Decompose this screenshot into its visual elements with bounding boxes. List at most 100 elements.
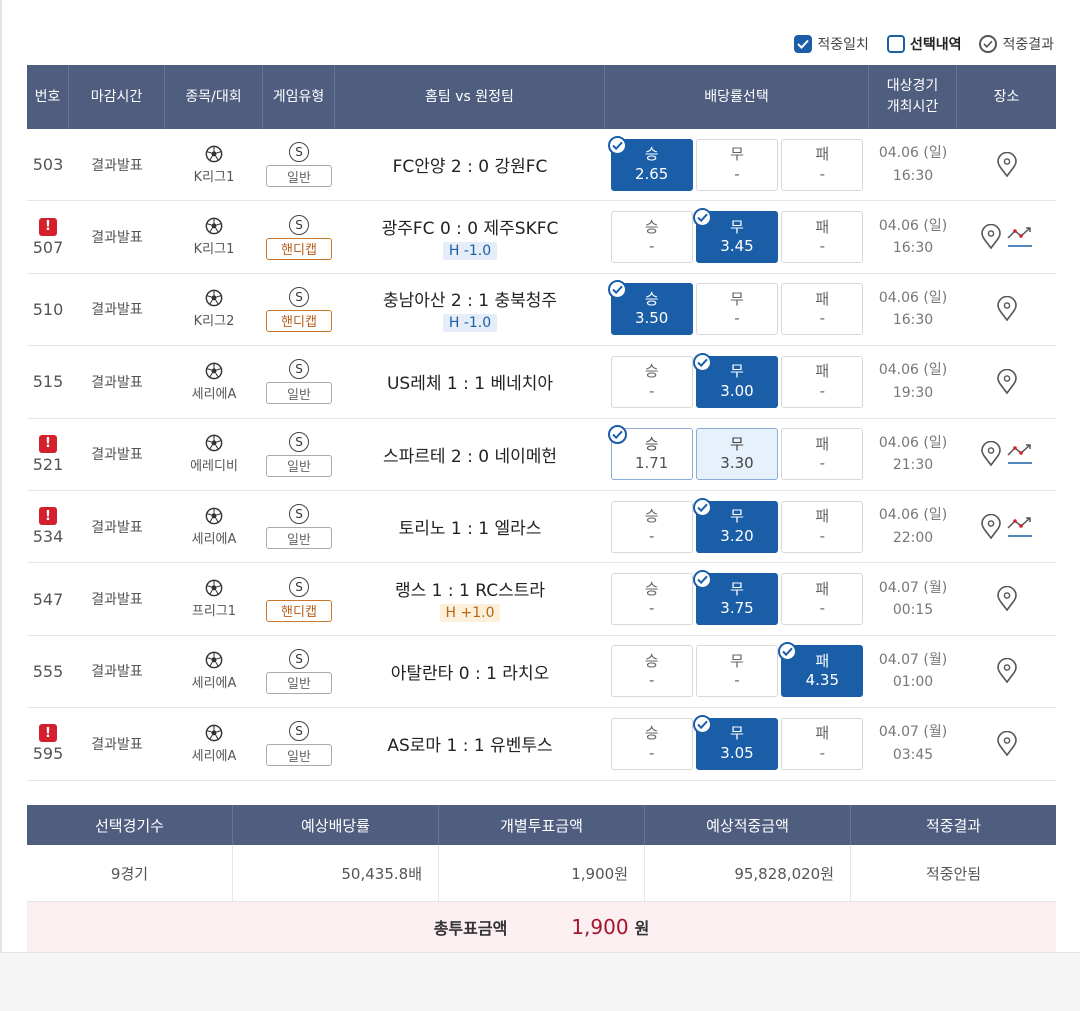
place-cell	[957, 274, 1056, 345]
game-type-cell: S 핸디캡	[263, 563, 335, 634]
odd-win-button[interactable]: 승 1.71	[607, 425, 693, 481]
match-time-cell: 04.06 (일) 16:30	[869, 274, 957, 345]
match-number: 595	[32, 744, 64, 764]
trend-chart-icon[interactable]	[1006, 224, 1034, 250]
odd-draw-button[interactable]: 무 3.05	[692, 714, 778, 770]
match-time-cell: 04.06 (일) 21:30	[869, 419, 957, 490]
match-time-cell: 04.07 (월) 01:00	[869, 636, 957, 707]
match-score: 스파르테 2 : 0 네이메헌	[382, 446, 558, 467]
location-pin-icon[interactable]	[996, 658, 1018, 684]
odd-win-button[interactable]: 승-	[610, 355, 693, 408]
match-time-cell: 04.06 (일) 16:30	[869, 201, 957, 272]
odd-win-button[interactable]: 승 2.65	[607, 135, 693, 191]
league-name: K리그1	[193, 242, 235, 258]
table-row: ! 507 결과발표 K리그1 S 핸디캡 광주FC 0 : 0 제주SKFC H -1.0 승…	[27, 201, 1056, 274]
trend-chart-icon[interactable]	[1006, 514, 1034, 540]
league-cell: 프리그1	[165, 563, 263, 634]
match-number-cell: ! 534	[27, 491, 69, 562]
header-deadline: 마감시간	[69, 65, 165, 129]
summary-header-amount: 개별투표금액	[439, 805, 645, 845]
odd-lose-button[interactable]: 패-	[781, 283, 864, 336]
odd-value: 3.05	[720, 743, 754, 762]
odd-draw-button[interactable]: 무 3.75	[692, 570, 778, 626]
header-time-line1: 대상경기	[886, 78, 939, 94]
deadline-status: 결과발표	[91, 519, 143, 536]
odd-lose-button[interactable]: 패-	[781, 500, 864, 553]
odd-draw-button[interactable]: 무-	[695, 138, 778, 191]
place-cell	[957, 201, 1056, 272]
place-cell	[957, 563, 1056, 634]
location-pin-icon[interactable]	[980, 224, 1002, 250]
match-score: 충남아산 2 : 1 충북청주	[382, 291, 558, 312]
odd-draw-button[interactable]: 무 3.30	[695, 428, 778, 481]
soccer-ball-icon	[205, 217, 223, 235]
odd-value: 4.35	[805, 671, 840, 690]
warning-icon: !	[39, 434, 57, 453]
odd-win-button[interactable]: 승-	[610, 500, 693, 553]
odd-lose-button[interactable]: 패-	[781, 717, 864, 770]
summary-result: 적중안됨	[925, 864, 982, 883]
odd-lose-button[interactable]: 패-	[781, 211, 864, 264]
odd-lose-button[interactable]: 패-	[781, 355, 864, 408]
check-badge-icon	[607, 280, 627, 300]
odd-draw-button[interactable]: 무-	[695, 645, 778, 698]
match-number: 534	[32, 527, 64, 547]
warning-icon: !	[39, 507, 57, 526]
odd-value: 3.50	[634, 309, 669, 328]
location-pin-icon[interactable]	[996, 296, 1018, 322]
odd-label: 패	[815, 651, 830, 670]
odd-lose-button[interactable]: 패-	[781, 138, 864, 191]
odd-label: 승	[644, 579, 659, 598]
handicap-badge: H -1.0	[442, 314, 498, 333]
odd-draw-button[interactable]: 무 3.20	[692, 497, 778, 553]
header-odds: 배당률선택	[605, 65, 869, 129]
summary-odds: 50,435.8배	[233, 845, 439, 901]
deadline-cell: 결과발표	[69, 636, 165, 707]
location-pin-icon[interactable]	[996, 368, 1018, 395]
odd-value: 3.00	[720, 381, 754, 400]
location-pin-icon[interactable]	[996, 151, 1018, 178]
place-cell	[957, 346, 1056, 417]
single-game-icon: S	[289, 359, 309, 380]
location-pin-icon[interactable]	[980, 513, 1002, 540]
deadline-cell: 결과발표	[69, 563, 165, 634]
match-date: 04.07 (월)	[878, 579, 948, 596]
place-cell	[957, 129, 1056, 200]
trend-chart-icon[interactable]	[1006, 441, 1034, 467]
league-name: 세리에A	[191, 748, 237, 764]
match-number-cell: 510	[27, 274, 69, 345]
location-pin-icon[interactable]	[996, 586, 1018, 612]
odd-win-button[interactable]: 승-	[610, 645, 693, 698]
match-number-cell: ! 507	[27, 201, 69, 272]
legend-item-selection[interactable]: 선택내역	[886, 34, 961, 54]
odd-draw-button[interactable]: 무 3.45	[692, 208, 778, 264]
odd-win-button[interactable]: 승-	[610, 717, 693, 770]
soccer-ball-icon	[205, 579, 223, 597]
table-header: 번호 마감시간 종목/대회 게임유형 홈팀 vs 원정팀 배당률선택 대상경기 …	[27, 65, 1056, 129]
odd-win-button[interactable]: 승-	[610, 573, 693, 626]
deadline-status: 결과발표	[91, 230, 143, 247]
odd-draw-button[interactable]: 무 3.00	[692, 352, 778, 408]
total-bar: 총투표금액 1,900 원	[27, 902, 1056, 952]
odd-win-button[interactable]: 승-	[610, 211, 693, 264]
location-pin-icon[interactable]	[980, 441, 1002, 467]
header-match: 홈팀 vs 원정팀	[335, 65, 605, 129]
odd-lose-button[interactable]: 패-	[781, 573, 864, 626]
game-type-cell: S 일반	[263, 491, 335, 562]
odds-cell: 승 2.65 무 - 패 -	[605, 129, 869, 200]
odd-draw-button[interactable]: 무-	[695, 283, 778, 336]
soccer-ball-icon	[205, 145, 223, 163]
summary-expected: 95,828,020원	[645, 845, 851, 901]
odd-win-button[interactable]: 승 3.50	[607, 280, 693, 336]
odd-lose-button[interactable]: 패-	[781, 428, 864, 481]
game-type-cell: S 핸디캡	[263, 274, 335, 345]
odd-lose-button[interactable]: 패 4.35	[778, 642, 864, 698]
summary-header-odds: 예상배당률	[233, 805, 439, 845]
game-type-tag: 일반	[266, 382, 332, 405]
legend-item-hit-result[interactable]: 적중결과	[979, 34, 1054, 54]
odd-value: -	[648, 743, 655, 762]
legend-item-hit-match[interactable]: 적중일치	[794, 34, 869, 54]
location-pin-icon[interactable]	[996, 730, 1018, 757]
odd-value: -	[819, 309, 826, 328]
league-name: K리그1	[193, 169, 235, 185]
